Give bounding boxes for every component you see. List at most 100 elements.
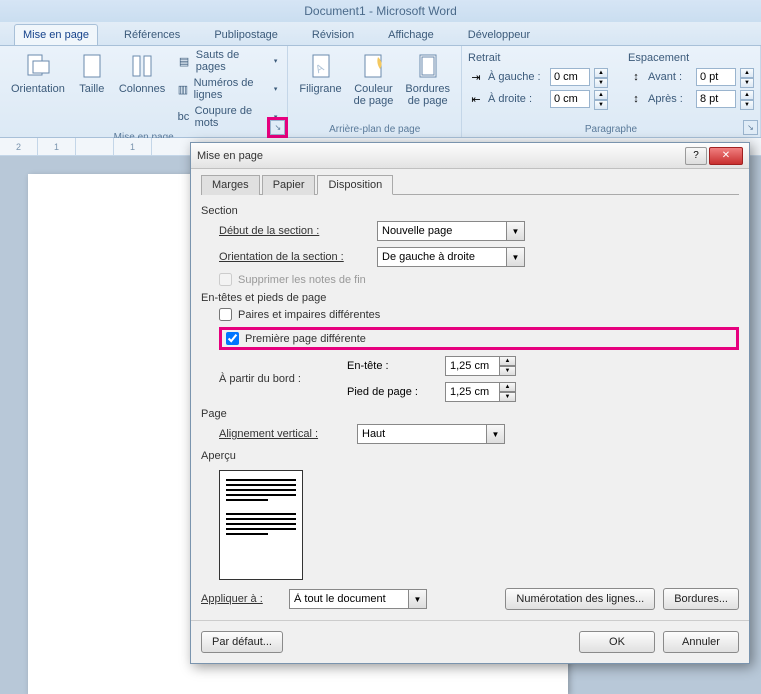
premiere-page-input[interactable] (226, 332, 239, 345)
taille-icon (77, 51, 107, 81)
chevron-down-icon[interactable]: ▼ (507, 247, 525, 267)
tab-mise-en-page[interactable]: Mise en page (14, 24, 98, 45)
tab-publipostage[interactable]: Publipostage (206, 25, 286, 45)
tab-marges[interactable]: Marges (201, 175, 260, 195)
watermark-icon: A (306, 51, 336, 81)
colonnes-button[interactable]: Colonnes (114, 48, 170, 98)
tab-papier[interactable]: Papier (262, 175, 316, 195)
avant-value[interactable]: 0 pt (696, 68, 736, 86)
group-mise-en-page: Orientation Taille Colonnes ▤Sauts de pa… (0, 46, 288, 137)
filigrane-button[interactable]: A Filigrane (294, 48, 346, 98)
space-after-icon: ↕ (628, 91, 644, 107)
help-button[interactable]: ? (685, 147, 707, 165)
ok-button[interactable]: OK (579, 631, 655, 653)
chevron-down-icon[interactable]: ▼ (507, 221, 525, 241)
spin-down[interactable]: ▼ (594, 100, 608, 110)
gauche-value[interactable]: 0 cm (550, 68, 590, 86)
par-defaut-button[interactable]: Par défaut... (201, 631, 283, 653)
ribbon-tabs: Mise en page Références Publipostage Rév… (0, 22, 761, 46)
tab-revision[interactable]: Révision (304, 25, 362, 45)
hyphenation-icon: bc (176, 109, 190, 125)
espacement-title: Espacement (628, 52, 754, 64)
droite-value[interactable]: 0 cm (550, 90, 590, 108)
avant-label: Avant : (648, 71, 692, 83)
spin-up[interactable]: ▲ (594, 68, 608, 78)
taille-label: Taille (79, 83, 104, 95)
pied-spinner[interactable]: ▲▼ (445, 382, 516, 402)
entete-spinner[interactable]: ▲▼ (445, 356, 516, 376)
spin-down[interactable]: ▼ (500, 392, 516, 402)
tab-developpeur[interactable]: Développeur (460, 25, 538, 45)
apres-value[interactable]: 8 pt (696, 90, 736, 108)
spin-down[interactable]: ▼ (740, 100, 754, 110)
orientation-icon (23, 51, 53, 81)
ruler-tick: 1 (114, 138, 152, 155)
tab-references[interactable]: Références (116, 25, 188, 45)
filigrane-label: Filigrane (299, 83, 341, 95)
premiere-page-checkbox[interactable]: Première page différente (226, 332, 366, 345)
appliquer-combo[interactable]: ▼ (289, 589, 427, 609)
bordures-page-button[interactable]: Bordures de page (400, 48, 455, 110)
gauche-label: À gauche : (488, 71, 546, 83)
ruler-tick: 2 (0, 138, 38, 155)
tab-affichage[interactable]: Affichage (380, 25, 442, 45)
chevron-down-icon[interactable]: ▼ (409, 589, 427, 609)
indent-right-icon: ⇤ (468, 91, 484, 107)
debut-section-value[interactable] (377, 221, 507, 241)
paires-impaires-checkbox[interactable]: Paires et impaires différentes (219, 308, 739, 321)
page-break-icon: ▤ (176, 53, 192, 69)
spin-down[interactable]: ▼ (740, 78, 754, 88)
entete-value[interactable] (445, 356, 500, 376)
couleur-page-label: Couleur de page (354, 83, 394, 107)
page-title: Page (201, 408, 739, 420)
entete-label: En-tête : (347, 360, 437, 372)
spin-up[interactable]: ▲ (740, 90, 754, 100)
droite-label: À droite : (488, 93, 546, 105)
appliquer-value[interactable] (289, 589, 409, 609)
align-vertical-combo[interactable]: ▼ (357, 424, 505, 444)
titlebar: Document1 - Microsoft Word (0, 0, 761, 22)
sauts-button[interactable]: ▤Sauts de pages▾ (172, 48, 281, 74)
orientation-section-value[interactable] (377, 247, 507, 267)
orientation-label: Orientation (11, 83, 65, 95)
spin-up[interactable]: ▲ (500, 382, 516, 392)
dialog-titlebar[interactable]: Mise en page ? ✕ (191, 143, 749, 169)
orientation-button[interactable]: Orientation (6, 48, 70, 98)
line-numbers-icon: ▥ (176, 81, 189, 97)
section-title: Section (201, 205, 739, 217)
bordures-button[interactable]: Bordures... (663, 588, 739, 610)
headers-title: En-têtes et pieds de page (201, 292, 739, 304)
couleur-page-button[interactable]: Couleur de page (349, 48, 399, 110)
paires-impaires-input[interactable] (219, 308, 232, 321)
page-setup-launcher[interactable]: ↘ (270, 120, 285, 135)
spin-up[interactable]: ▲ (594, 90, 608, 100)
group-paragraphe: Retrait ⇥À gauche :0 cm▲▼ ⇤À droite :0 c… (462, 46, 761, 137)
supprimer-notes-checkbox: Supprimer les notes de fin (219, 273, 739, 286)
taille-button[interactable]: Taille (72, 48, 112, 98)
appliquer-label: Appliquer à : (201, 593, 281, 605)
pied-value[interactable] (445, 382, 500, 402)
spin-down[interactable]: ▼ (500, 366, 516, 376)
orientation-section-combo[interactable]: ▼ (377, 247, 525, 267)
annuler-button[interactable]: Annuler (663, 631, 739, 653)
chevron-down-icon[interactable]: ▼ (487, 424, 505, 444)
dialog-tabs: Marges Papier Disposition (201, 175, 739, 195)
coupure-button[interactable]: bcCoupure de mots▾ (172, 104, 281, 130)
close-button[interactable]: ✕ (709, 147, 743, 165)
spin-down[interactable]: ▼ (594, 78, 608, 88)
numeros-button[interactable]: ▥Numéros de lignes▾ (172, 76, 281, 102)
debut-section-combo[interactable]: ▼ (377, 221, 525, 241)
numerotation-button[interactable]: Numérotation des lignes... (505, 588, 655, 610)
spin-up[interactable]: ▲ (740, 68, 754, 78)
colonnes-icon (127, 51, 157, 81)
indent-left-icon: ⇥ (468, 69, 484, 85)
bord-label: À partir du bord : (219, 373, 339, 385)
spin-up[interactable]: ▲ (500, 356, 516, 366)
supprimer-notes-label: Supprimer les notes de fin (238, 274, 366, 286)
tab-disposition[interactable]: Disposition (317, 175, 393, 195)
page-borders-icon (413, 51, 443, 81)
chevron-down-icon: ▾ (274, 57, 278, 65)
paragraph-launcher[interactable]: ↘ (743, 120, 758, 135)
align-vertical-value[interactable] (357, 424, 487, 444)
apercu-title: Aperçu (201, 450, 739, 462)
